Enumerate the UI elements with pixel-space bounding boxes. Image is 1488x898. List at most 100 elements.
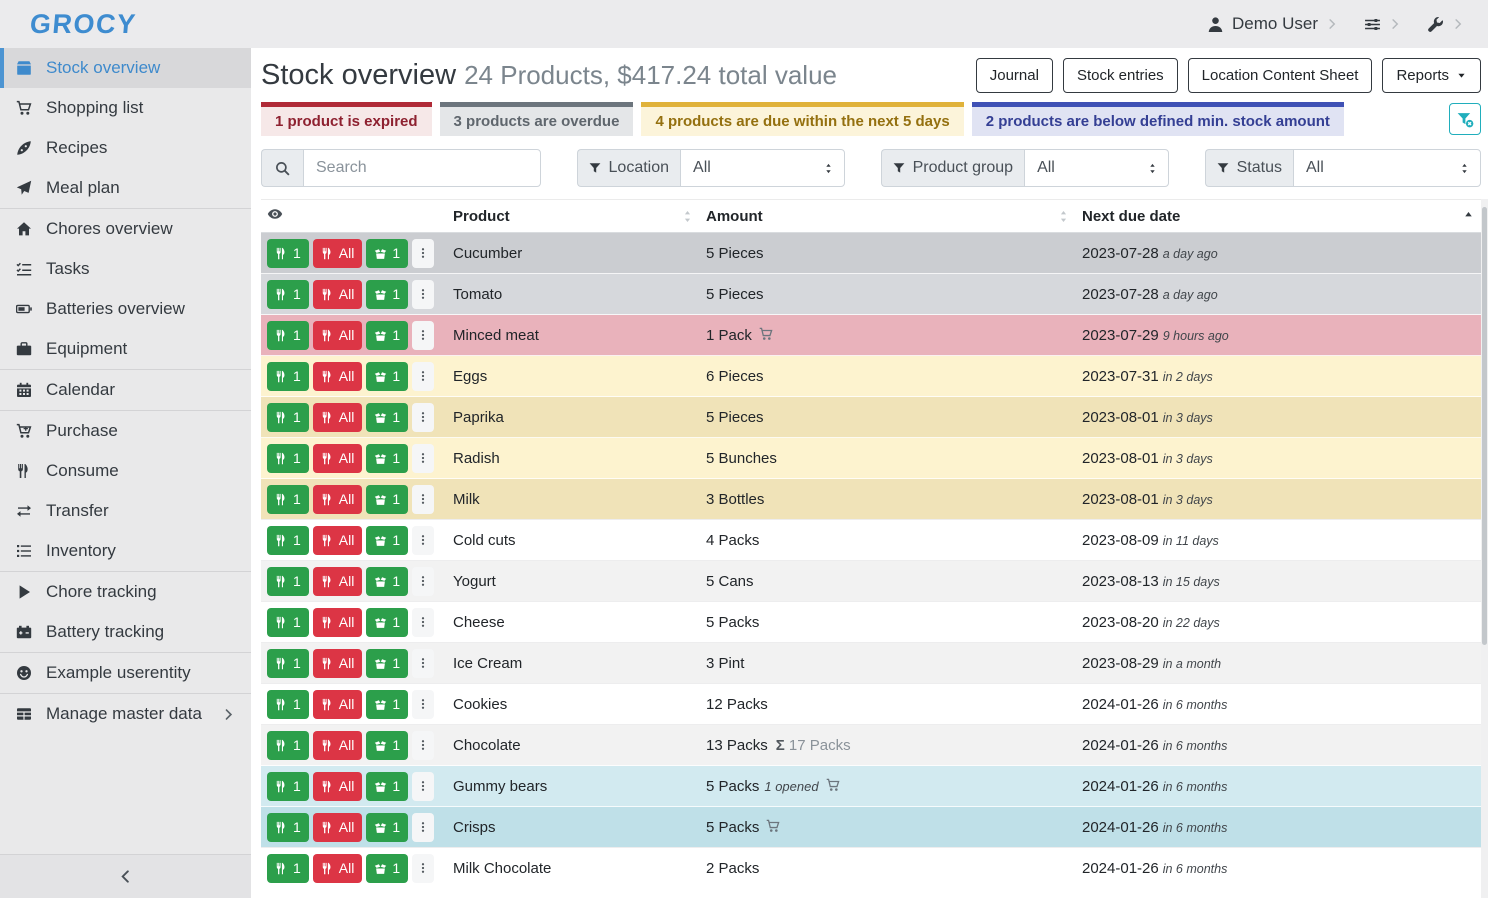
row-menu-button[interactable]: [412, 403, 434, 432]
row-menu-button[interactable]: [412, 444, 434, 473]
consume-all-button[interactable]: All: [313, 731, 363, 760]
settings-menu[interactable]: [1364, 16, 1401, 33]
app-logo[interactable]: GROCY: [29, 9, 138, 40]
open-one-button[interactable]: 1: [366, 608, 408, 637]
consume-all-button[interactable]: All: [313, 813, 363, 842]
consume-all-button[interactable]: All: [313, 690, 363, 719]
open-one-button[interactable]: 1: [366, 772, 408, 801]
sidebar-item-calendar[interactable]: Calendar: [0, 370, 251, 410]
open-one-button[interactable]: 1: [366, 854, 408, 883]
row-menu-button[interactable]: [412, 854, 434, 883]
consume-one-button[interactable]: 1: [267, 608, 309, 637]
location-select[interactable]: All: [680, 149, 845, 187]
sidebar-item-battery-tracking[interactable]: Battery tracking: [0, 612, 251, 652]
clear-filters-button[interactable]: [1449, 103, 1481, 135]
open-one-button[interactable]: 1: [366, 813, 408, 842]
consume-all-button[interactable]: All: [313, 362, 363, 391]
consume-one-button[interactable]: 1: [267, 239, 309, 268]
sidebar-item-recipes[interactable]: Recipes: [0, 128, 251, 168]
sidebar-item-consume[interactable]: Consume: [0, 451, 251, 491]
column-header-next-due-date[interactable]: Next due date: [1076, 200, 1481, 233]
stock-entries-button[interactable]: Stock entries: [1063, 58, 1178, 93]
column-header-product[interactable]: Product: [447, 200, 700, 233]
consume-one-button[interactable]: 1: [267, 813, 309, 842]
column-visibility-toggle[interactable]: [261, 200, 447, 233]
admin-menu[interactable]: [1427, 16, 1464, 33]
product-group-select[interactable]: All: [1024, 149, 1169, 187]
consume-one-button[interactable]: 1: [267, 485, 309, 514]
consume-all-button[interactable]: All: [313, 403, 363, 432]
sidebar-item-tasks[interactable]: Tasks: [0, 249, 251, 289]
sidebar-item-equipment[interactable]: Equipment: [0, 329, 251, 369]
consume-one-button[interactable]: 1: [267, 321, 309, 350]
consume-one-button[interactable]: 1: [267, 444, 309, 473]
row-menu-button[interactable]: [412, 362, 434, 391]
consume-one-button[interactable]: 1: [267, 731, 309, 760]
sidebar-item-inventory[interactable]: Inventory: [0, 531, 251, 571]
consume-all-button[interactable]: All: [313, 772, 363, 801]
row-menu-button[interactable]: [412, 239, 434, 268]
open-one-button[interactable]: 1: [366, 649, 408, 678]
consume-one-button[interactable]: 1: [267, 690, 309, 719]
row-menu-button[interactable]: [412, 485, 434, 514]
consume-all-button[interactable]: All: [313, 321, 363, 350]
open-one-button[interactable]: 1: [366, 731, 408, 760]
consume-all-button[interactable]: All: [313, 608, 363, 637]
row-menu-button[interactable]: [412, 608, 434, 637]
scrollbar[interactable]: [1481, 199, 1488, 898]
row-menu-button[interactable]: [412, 731, 434, 760]
journal-button[interactable]: Journal: [976, 58, 1053, 93]
row-menu-button[interactable]: [412, 526, 434, 555]
open-one-button[interactable]: 1: [366, 362, 408, 391]
open-one-button[interactable]: 1: [366, 239, 408, 268]
sidebar-collapse-button[interactable]: [0, 854, 251, 898]
open-one-button[interactable]: 1: [366, 444, 408, 473]
open-one-button[interactable]: 1: [366, 280, 408, 309]
search-input[interactable]: [303, 149, 541, 187]
sidebar-item-stock-overview[interactable]: Stock overview: [0, 48, 251, 88]
sidebar-item-example-userentity[interactable]: Example userentity: [0, 653, 251, 693]
consume-one-button[interactable]: 1: [267, 280, 309, 309]
location-content-sheet-button[interactable]: Location Content Sheet: [1188, 58, 1373, 93]
consume-all-button[interactable]: All: [313, 444, 363, 473]
open-one-button[interactable]: 1: [366, 690, 408, 719]
consume-all-button[interactable]: All: [313, 485, 363, 514]
sidebar-item-transfer[interactable]: Transfer: [0, 491, 251, 531]
open-one-button[interactable]: 1: [366, 321, 408, 350]
consume-one-button[interactable]: 1: [267, 772, 309, 801]
consume-all-button[interactable]: All: [313, 239, 363, 268]
row-menu-button[interactable]: [412, 690, 434, 719]
column-header-amount[interactable]: Amount: [700, 200, 1076, 233]
row-menu-button[interactable]: [412, 813, 434, 842]
open-one-button[interactable]: 1: [366, 526, 408, 555]
sidebar-item-meal-plan[interactable]: Meal plan: [0, 168, 251, 208]
sidebar-item-shopping-list[interactable]: Shopping list: [0, 88, 251, 128]
sidebar-item-chores-overview[interactable]: Chores overview: [0, 209, 251, 249]
open-one-button[interactable]: 1: [366, 403, 408, 432]
sidebar-item-manage-master-data[interactable]: Manage master data: [0, 694, 251, 734]
sidebar-item-chore-tracking[interactable]: Chore tracking: [0, 572, 251, 612]
consume-one-button[interactable]: 1: [267, 403, 309, 432]
scrollbar-thumb[interactable]: [1482, 207, 1487, 645]
row-menu-button[interactable]: [412, 321, 434, 350]
consume-one-button[interactable]: 1: [267, 526, 309, 555]
status-select[interactable]: All: [1293, 149, 1481, 187]
user-menu[interactable]: Demo User: [1207, 14, 1338, 34]
sidebar-item-purchase[interactable]: Purchase: [0, 411, 251, 451]
consume-one-button[interactable]: 1: [267, 854, 309, 883]
consume-all-button[interactable]: All: [313, 649, 363, 678]
consume-all-button[interactable]: All: [313, 280, 363, 309]
consume-one-button[interactable]: 1: [267, 567, 309, 596]
consume-all-button[interactable]: All: [313, 567, 363, 596]
consume-all-button[interactable]: All: [313, 526, 363, 555]
consume-one-button[interactable]: 1: [267, 362, 309, 391]
consume-one-button[interactable]: 1: [267, 649, 309, 678]
row-menu-button[interactable]: [412, 280, 434, 309]
row-menu-button[interactable]: [412, 772, 434, 801]
sidebar-item-batteries-overview[interactable]: Batteries overview: [0, 289, 251, 329]
row-menu-button[interactable]: [412, 567, 434, 596]
open-one-button[interactable]: 1: [366, 567, 408, 596]
consume-all-button[interactable]: All: [313, 854, 363, 883]
reports-button[interactable]: Reports: [1382, 58, 1481, 93]
open-one-button[interactable]: 1: [366, 485, 408, 514]
